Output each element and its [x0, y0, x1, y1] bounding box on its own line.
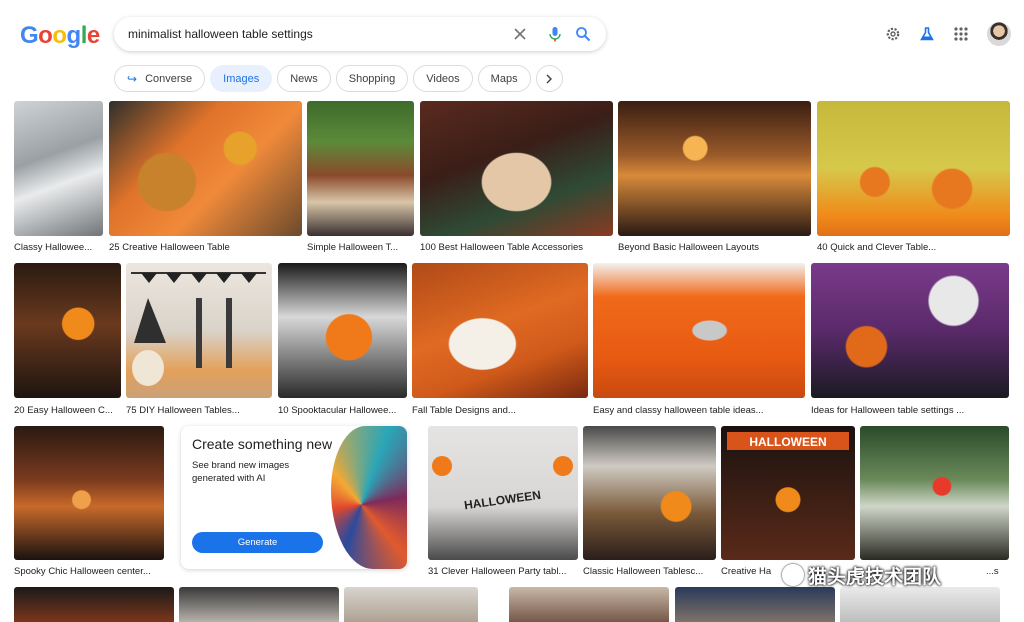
- image-result[interactable]: [14, 263, 121, 398]
- image-result-caption[interactable]: 40 Quick and Clever Table...: [817, 242, 1010, 253]
- account-avatar[interactable]: [987, 22, 1011, 46]
- image-result[interactable]: [509, 587, 669, 622]
- image-result-caption[interactable]: ...s: [986, 566, 1009, 577]
- settings-gear-icon[interactable]: [883, 24, 903, 44]
- image-result-caption[interactable]: 20 Easy Halloween C...: [14, 405, 121, 416]
- image-result-caption[interactable]: 31 Clever Halloween Party tabl...: [428, 566, 578, 577]
- chip-news[interactable]: News: [277, 65, 331, 92]
- chip-maps[interactable]: Maps: [477, 65, 531, 92]
- search-box[interactable]: minimalist halloween table settings: [114, 17, 606, 51]
- ai-card-title: Create something new: [192, 436, 333, 452]
- image-result[interactable]: [618, 101, 811, 236]
- ai-art-image: [331, 426, 407, 569]
- image-result[interactable]: [412, 263, 588, 398]
- clear-icon[interactable]: [510, 24, 530, 44]
- image-result[interactable]: HALLOWEEN: [721, 426, 855, 560]
- chip-converse[interactable]: ↪ Converse: [114, 65, 206, 92]
- image-result[interactable]: [420, 101, 613, 236]
- image-result-caption[interactable]: Beyond Basic Halloween Layouts: [618, 242, 811, 253]
- image-result[interactable]: [126, 263, 272, 398]
- image-result[interactable]: [307, 101, 414, 236]
- chip-shopping[interactable]: Shopping: [335, 65, 409, 92]
- image-result-caption[interactable]: Classy Hallowee...: [14, 242, 103, 253]
- watermark-text: 猫头虎技术团队: [808, 567, 942, 588]
- logo-letter: G: [20, 22, 39, 49]
- chip-videos[interactable]: Videos: [413, 65, 473, 92]
- image-result[interactable]: [840, 587, 1000, 622]
- logo-letter: o: [52, 22, 67, 49]
- image-result-caption[interactable]: 100 Best Halloween Table Accessories: [420, 242, 613, 253]
- image-result-caption[interactable]: Easy and classy halloween table ideas...: [593, 405, 805, 416]
- labs-flask-icon[interactable]: [917, 24, 937, 44]
- apps-grid-icon[interactable]: [951, 24, 971, 44]
- image-result[interactable]: [278, 263, 407, 398]
- image-result[interactable]: [14, 587, 174, 622]
- image-result[interactable]: [593, 263, 805, 398]
- ai-card-subtitle: See brand new images generated with AI: [192, 460, 290, 484]
- chips-next-chevron-icon[interactable]: [535, 65, 563, 92]
- microphone-icon[interactable]: [545, 24, 565, 44]
- image-result-caption[interactable]: 75 DIY Halloween Tables...: [126, 405, 272, 416]
- google-logo[interactable]: Google: [20, 22, 100, 50]
- image-result[interactable]: [675, 587, 835, 622]
- create-with-ai-card[interactable]: Create something new See brand new image…: [181, 426, 407, 569]
- image-result-caption[interactable]: Simple Halloween T...: [307, 242, 414, 253]
- image-result[interactable]: [179, 587, 339, 622]
- logo-letter: e: [86, 22, 100, 49]
- image-result[interactable]: [817, 101, 1010, 236]
- image-result-caption[interactable]: Classic Halloween Tablesc...: [583, 566, 716, 577]
- search-input[interactable]: minimalist halloween table settings: [128, 27, 313, 41]
- watermark: 猫头虎技术团队: [782, 562, 941, 589]
- image-result[interactable]: [344, 587, 478, 622]
- image-result-caption[interactable]: Creative Ha: [721, 566, 781, 577]
- logo-letter: o: [38, 22, 53, 49]
- converse-arrow-icon: ↪: [127, 71, 138, 86]
- image-result-caption[interactable]: 25 Creative Halloween Table: [109, 242, 302, 253]
- image-result[interactable]: [583, 426, 716, 560]
- image-result[interactable]: [860, 426, 1009, 560]
- wechat-icon: [782, 564, 804, 586]
- image-result[interactable]: [811, 263, 1009, 398]
- image-detail: HALLOWEEN: [432, 456, 573, 513]
- image-result[interactable]: [14, 426, 164, 560]
- image-detail: HALLOWEEN: [727, 432, 849, 450]
- image-result[interactable]: [109, 101, 302, 236]
- image-detail: [131, 272, 266, 386]
- chip-images[interactable]: Images: [210, 65, 273, 92]
- image-result-caption[interactable]: 10 Spooktacular Hallowee...: [278, 405, 407, 416]
- image-result[interactable]: [14, 101, 103, 236]
- chip-label: Converse: [145, 72, 193, 85]
- image-result-caption[interactable]: Ideas for Halloween table settings ...: [811, 405, 1009, 416]
- filter-chips: ↪ Converse Images News Shopping Videos Ma…: [114, 65, 563, 92]
- logo-letter: g: [66, 22, 82, 49]
- halloween-banner-text: HALLOWEEN: [463, 488, 542, 513]
- generate-button[interactable]: Generate: [192, 532, 323, 553]
- image-result-caption[interactable]: Fall Table Designs and...: [412, 405, 588, 416]
- halloween-banner-text: HALLOWEEN: [749, 435, 826, 449]
- image-result-caption[interactable]: Spooky Chic Halloween center...: [14, 566, 164, 577]
- image-result[interactable]: HALLOWEEN: [428, 426, 578, 560]
- search-icon[interactable]: [573, 24, 593, 44]
